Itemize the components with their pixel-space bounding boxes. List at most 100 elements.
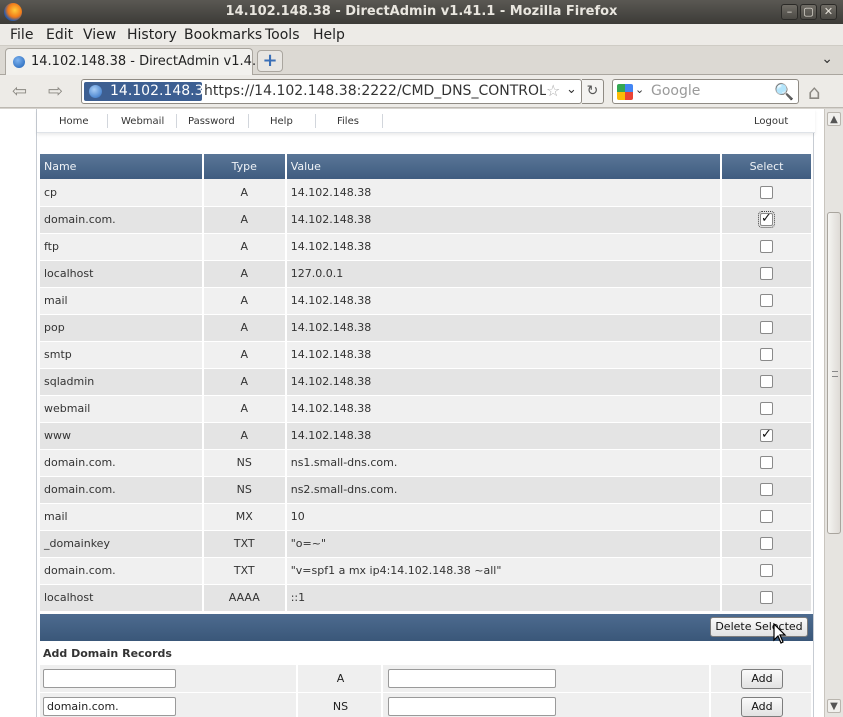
nav-logout-link[interactable]: Logout (754, 116, 788, 127)
mouse-cursor-icon (773, 623, 787, 644)
record-select-checkbox[interactable] (760, 427, 774, 443)
nav-password-link[interactable]: Password (188, 116, 235, 127)
record-name: mail (40, 287, 204, 315)
search-bar[interactable]: ⌄ Google 🔍 (612, 79, 799, 104)
add-a-value-input[interactable] (388, 669, 556, 688)
record-select-cell (721, 395, 813, 423)
engine-dropdown-icon[interactable]: ⌄ (635, 83, 644, 96)
minimize-button[interactable]: – (781, 4, 798, 20)
record-select-checkbox[interactable] (760, 321, 774, 335)
record-value: ns2.small-dns.com. (285, 476, 723, 504)
record-type: MX (202, 503, 287, 531)
add-a-name-input[interactable] (43, 669, 176, 688)
record-select-cell (721, 368, 813, 396)
record-select-checkbox[interactable] (760, 483, 774, 497)
nav-divider (176, 114, 177, 128)
record-select-checkbox[interactable] (760, 186, 774, 199)
table-row: www A 14.102.148.38 (40, 422, 813, 450)
add-a-type-label: A (336, 672, 345, 685)
record-value: 14.102.148.38 (285, 314, 723, 342)
tab-directadmin[interactable]: 14.102.148.38 - DirectAdmin v1.4… (5, 48, 265, 75)
nav-help-link[interactable]: Help (270, 116, 293, 127)
reload-button[interactable]: ↻ (582, 79, 604, 104)
menu-tools[interactable]: Tools (265, 27, 300, 43)
table-row: domain.com. NS ns1.small-dns.com. (40, 449, 813, 477)
add-ns-name-input[interactable]: domain.com. (43, 697, 176, 716)
record-select-checkbox[interactable] (760, 375, 774, 389)
table-row: localhost AAAA::1 (40, 584, 813, 612)
menu-view[interactable]: View (83, 27, 116, 43)
url-text[interactable]: https://14.102.148.38:2222/CMD_DNS_CONTR… (204, 83, 546, 99)
record-select-checkbox[interactable] (760, 240, 774, 254)
delete-bar: Delete Selected (40, 614, 813, 641)
record-select-checkbox[interactable] (760, 294, 774, 308)
url-bar[interactable]: 14.102.148.38 https://14.102.148.38:2222… (81, 79, 582, 104)
close-window-button[interactable]: ✕ (820, 4, 837, 20)
record-name: webmail (40, 395, 204, 423)
delete-selected-button[interactable]: Delete Selected (710, 617, 808, 637)
record-select-checkbox[interactable] (760, 510, 774, 524)
google-engine-icon[interactable] (617, 84, 633, 100)
back-button[interactable]: ⇦ (12, 81, 27, 102)
record-select-checkbox[interactable] (760, 537, 774, 551)
record-name: _domainkey (40, 530, 204, 558)
record-select-checkbox[interactable] (760, 267, 774, 281)
record-select-cell (721, 314, 813, 342)
record-select-cell (721, 341, 813, 369)
menu-edit[interactable]: Edit (46, 27, 73, 43)
bookmark-star-icon[interactable]: ☆ (546, 81, 560, 100)
record-value: 14.102.148.38 (285, 179, 723, 207)
record-select-checkbox[interactable] (760, 402, 774, 416)
tab-list-chevron-icon[interactable]: ⌄ (821, 51, 833, 67)
record-value: ns1.small-dns.com. (285, 449, 723, 477)
table-row: domain.com. A 14.102.148.38 (40, 206, 813, 234)
site-identity-button[interactable]: 14.102.148.38 (84, 82, 212, 101)
menu-file[interactable]: File (10, 27, 33, 43)
record-name: ftp (40, 233, 204, 261)
table-row: mail MX 10 (40, 503, 813, 531)
nav-divider (248, 114, 249, 128)
record-select-cell (721, 179, 813, 207)
record-select-checkbox[interactable] (758, 211, 776, 229)
record-type: NS (202, 476, 287, 504)
record-name: mail (40, 503, 204, 531)
nav-files-link[interactable]: Files (337, 116, 359, 127)
scroll-down-icon[interactable]: ▼ (827, 699, 841, 713)
window-title: 14.102.148.38 - DirectAdmin v1.41.1 - Mo… (225, 4, 618, 19)
top-navigation: Home Webmail Password Help Files Logout (37, 109, 815, 133)
record-value: 14.102.148.38 (285, 233, 723, 261)
search-icon[interactable]: 🔍 (774, 82, 794, 101)
menu-help[interactable]: Help (313, 27, 345, 43)
site-identity-text: 14.102.148.38 (110, 83, 213, 99)
add-record-row-a: A Add (40, 665, 813, 692)
nav-webmail-link[interactable]: Webmail (121, 116, 164, 127)
nav-home-link[interactable]: Home (59, 116, 89, 127)
menu-history[interactable]: History (127, 27, 177, 43)
new-tab-button[interactable]: + (257, 50, 283, 72)
record-select-checkbox[interactable] (760, 456, 774, 470)
menu-bookmarks[interactable]: Bookmarks (184, 27, 262, 43)
table-header-row: Name Type Value Select (40, 154, 813, 179)
home-button[interactable]: ⌂ (808, 80, 821, 104)
vertical-scrollbar[interactable]: ▲ ▼ (824, 109, 843, 717)
record-select-checkbox[interactable] (760, 591, 774, 605)
maximize-button[interactable]: ▢ (800, 4, 817, 20)
record-select-cell (721, 260, 813, 288)
record-name: sqladmin (40, 368, 204, 396)
url-history-dropdown-icon[interactable]: ⌄ (566, 82, 577, 97)
record-name: domain.com. (40, 476, 204, 504)
add-a-record-button[interactable]: Add (741, 669, 783, 689)
record-value: 14.102.148.38 (285, 422, 723, 450)
record-type: A (202, 314, 287, 342)
add-ns-record-button[interactable]: Add (741, 697, 783, 717)
record-select-cell (721, 476, 813, 504)
table-row: smtp A 14.102.148.38 (40, 341, 813, 369)
record-select-cell (721, 503, 813, 531)
globe-icon (13, 56, 25, 68)
record-select-checkbox[interactable] (760, 348, 774, 362)
add-ns-value-input[interactable] (388, 697, 556, 716)
record-select-checkbox[interactable] (760, 564, 774, 578)
scroll-up-icon[interactable]: ▲ (827, 112, 841, 126)
forward-button[interactable]: ⇨ (48, 81, 63, 102)
scrollbar-thumb[interactable] (827, 212, 841, 534)
